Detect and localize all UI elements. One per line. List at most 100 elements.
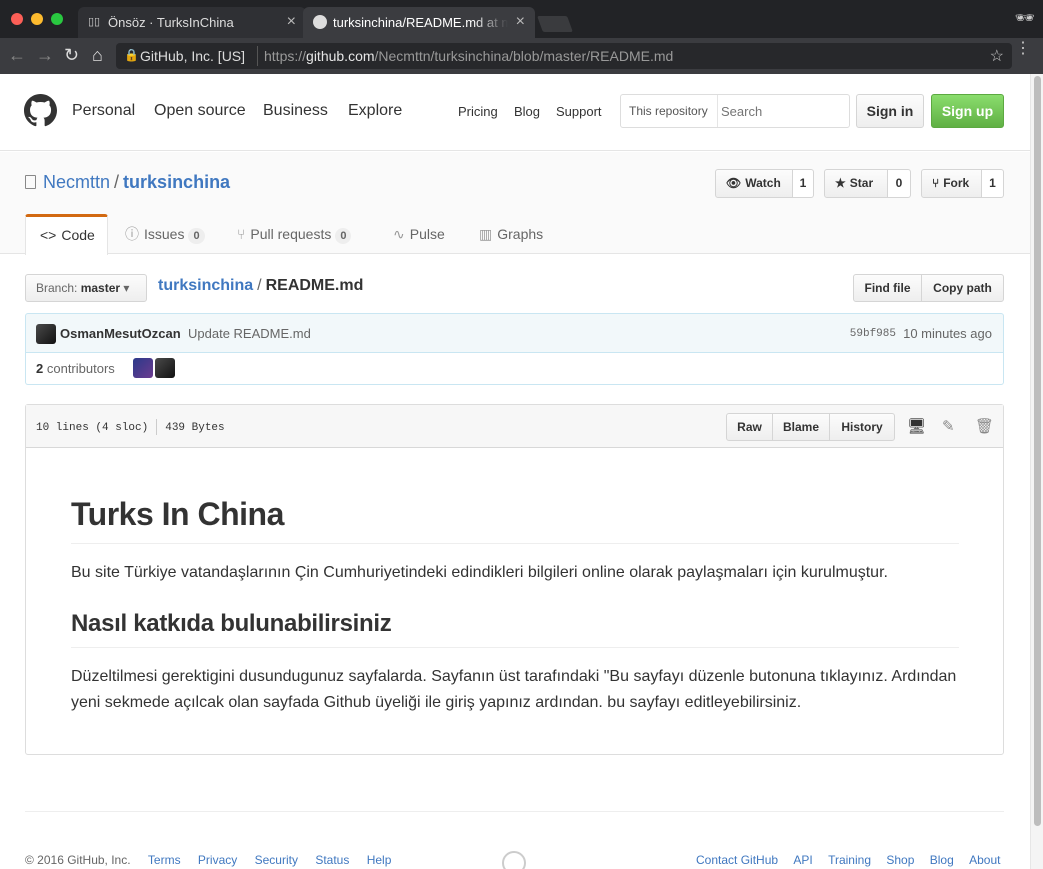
zoom-window-button[interactable] bbox=[51, 13, 63, 25]
history-button[interactable]: History bbox=[829, 413, 895, 441]
readme-paragraph: Düzeltilmesi gerektigini dusundugunuz sa… bbox=[71, 668, 957, 712]
browser-tab-active[interactable]: turksinchina/README.md at master × bbox=[303, 7, 535, 38]
avatar[interactable] bbox=[36, 324, 56, 344]
repo-name-link[interactable]: turksinchina bbox=[123, 172, 230, 192]
tab-graphs[interactable]: ▥ Graphs bbox=[479, 214, 543, 255]
trash-icon[interactable]: 🗑 bbox=[975, 417, 994, 435]
forward-arrow-icon[interactable]: → bbox=[36, 45, 54, 66]
nav-explore[interactable]: Explore bbox=[348, 102, 402, 120]
contributors-label: 2 contributors bbox=[36, 361, 115, 376]
breadcrumb: turksinchina / README.md bbox=[158, 277, 363, 295]
browser-menu-icon[interactable]: ⋮ bbox=[1015, 41, 1031, 57]
book-icon: ▯▯ bbox=[88, 16, 101, 28]
file-info-divider bbox=[156, 419, 158, 435]
search-input[interactable] bbox=[721, 99, 841, 123]
minimize-window-button[interactable] bbox=[31, 13, 43, 25]
sign-in-button[interactable]: Sign in bbox=[856, 94, 924, 128]
lock-icon: 🔒 bbox=[124, 48, 139, 62]
search-form: This repository bbox=[620, 94, 850, 128]
issue-icon: ⓘ bbox=[125, 226, 139, 242]
avatar[interactable] bbox=[155, 358, 175, 378]
raw-button[interactable]: Raw bbox=[726, 413, 773, 441]
footer-link-help[interactable]: Help bbox=[367, 853, 392, 867]
nav-personal[interactable]: Personal bbox=[72, 102, 135, 120]
readme-content: Turks In China Bu site Türkiye vatandaşl… bbox=[71, 495, 959, 716]
watch-button[interactable]: 👁 Watch bbox=[715, 169, 793, 198]
reload-icon[interactable]: ↻ bbox=[64, 45, 79, 66]
star-button[interactable]: ★ Star bbox=[824, 169, 888, 198]
nav-pricing[interactable]: Pricing bbox=[458, 104, 498, 119]
commit-sha-link[interactable]: 59bf985 bbox=[850, 328, 896, 340]
page-scrollbar[interactable] bbox=[1030, 74, 1043, 869]
tab-title: turksinchina/README.md at master bbox=[333, 15, 508, 30]
site-header: Personal Open source Business Explore Pr… bbox=[0, 74, 1030, 151]
code-icon: <> bbox=[40, 227, 57, 243]
tab-pulse[interactable]: ∿ Pulse bbox=[393, 214, 445, 255]
breadcrumb-file-name: README.md bbox=[265, 277, 364, 294]
footer-link-api[interactable]: API bbox=[793, 853, 812, 867]
repo-owner-link[interactable]: Necmttn bbox=[43, 172, 110, 192]
footer-link-contact[interactable]: Contact GitHub bbox=[696, 853, 778, 867]
footer-link-terms[interactable]: Terms bbox=[148, 853, 181, 867]
pencil-icon[interactable]: ✎ bbox=[942, 417, 955, 435]
scrollbar-thumb[interactable] bbox=[1034, 76, 1041, 826]
graph-icon: ▥ bbox=[479, 226, 493, 242]
close-window-button[interactable] bbox=[11, 13, 23, 25]
back-arrow-icon[interactable]: ← bbox=[8, 45, 26, 66]
blame-button[interactable]: Blame bbox=[772, 413, 830, 441]
readme-paragraph: Bu site Türkiye vatandaşlarının Çin Cumh… bbox=[71, 564, 888, 582]
commit-tease: OsmanMesutOzcan Update README.md 59bf985… bbox=[25, 313, 1004, 353]
file-size: 439 Bytes bbox=[165, 421, 225, 434]
watch-count[interactable]: 1 bbox=[793, 169, 814, 198]
commit-message-link[interactable]: Update README.md bbox=[188, 326, 311, 341]
close-tab-icon[interactable]: × bbox=[516, 13, 525, 31]
tab-pull-requests[interactable]: ⑂ Pull requests 0 bbox=[237, 214, 352, 255]
commit-author-link[interactable]: OsmanMesutOzcan bbox=[60, 326, 181, 341]
home-icon[interactable]: ⌂ bbox=[92, 45, 103, 66]
bookmark-star-icon[interactable]: ☆ bbox=[990, 46, 1004, 66]
fork-count[interactable]: 1 bbox=[982, 169, 1004, 198]
desktop-icon[interactable]: 🖥 bbox=[907, 417, 926, 435]
search-scope-label[interactable]: This repository bbox=[621, 95, 718, 127]
github-mark-icon[interactable] bbox=[502, 851, 526, 869]
pull-request-icon: ⑂ bbox=[237, 226, 246, 242]
address-bar[interactable]: 🔒 GitHub, Inc. [US] https://github.com/N… bbox=[116, 43, 1012, 69]
tab-code[interactable]: <> Code bbox=[25, 214, 108, 255]
file-viewer: 10 lines (4 sloc) 439 Bytes Raw Blame His… bbox=[25, 404, 1004, 755]
star-icon: ★ bbox=[835, 176, 846, 190]
github-icon bbox=[313, 15, 327, 29]
tab-issues[interactable]: ⓘ Issues 0 bbox=[125, 214, 205, 255]
footer-link-privacy[interactable]: Privacy bbox=[198, 853, 237, 867]
footer-link-status[interactable]: Status bbox=[315, 853, 349, 867]
footer-link-blog[interactable]: Blog bbox=[930, 853, 954, 867]
url-text[interactable]: https://github.com/Necmttn/turksinchina/… bbox=[264, 48, 673, 64]
copyright: © 2016 GitHub, Inc. bbox=[25, 853, 131, 867]
eye-icon: 👁 bbox=[726, 176, 742, 190]
browser-toolbar: ← → ↻ ⌂ 🔒 GitHub, Inc. [US] https://gith… bbox=[0, 38, 1043, 74]
browser-tab[interactable]: ▯▯ Önsöz · TurksInChina × bbox=[78, 7, 306, 38]
contributors-bar[interactable]: 2 contributors bbox=[25, 353, 1004, 385]
fork-button[interactable]: ⑂ Fork bbox=[921, 169, 982, 198]
footer-link-training[interactable]: Training bbox=[828, 853, 871, 867]
find-file-button[interactable]: Find file bbox=[853, 274, 922, 302]
nav-blog[interactable]: Blog bbox=[514, 104, 540, 119]
copy-path-button[interactable]: Copy path bbox=[921, 274, 1004, 302]
footer-link-shop[interactable]: Shop bbox=[886, 853, 914, 867]
issues-counter: 0 bbox=[188, 228, 205, 244]
new-tab-button[interactable] bbox=[537, 16, 573, 32]
file-header: 10 lines (4 sloc) 439 Bytes Raw Blame His… bbox=[26, 405, 1003, 448]
file-line-count: 10 lines (4 sloc) bbox=[36, 421, 149, 434]
pulse-icon: ∿ bbox=[393, 226, 405, 242]
nav-business[interactable]: Business bbox=[263, 102, 328, 120]
nav-open-source[interactable]: Open source bbox=[154, 102, 246, 120]
breadcrumb-repo-link[interactable]: turksinchina bbox=[158, 277, 253, 294]
sign-up-button[interactable]: Sign up bbox=[931, 94, 1004, 128]
footer-link-security[interactable]: Security bbox=[255, 853, 298, 867]
nav-support[interactable]: Support bbox=[556, 104, 602, 119]
star-count[interactable]: 0 bbox=[888, 169, 911, 198]
avatar[interactable] bbox=[133, 358, 153, 378]
github-logo-icon[interactable] bbox=[24, 94, 57, 127]
close-tab-icon[interactable]: × bbox=[287, 13, 296, 31]
branch-select-button[interactable]: Branch: master ▾ bbox=[25, 274, 147, 302]
footer-link-about[interactable]: About bbox=[969, 853, 1000, 867]
